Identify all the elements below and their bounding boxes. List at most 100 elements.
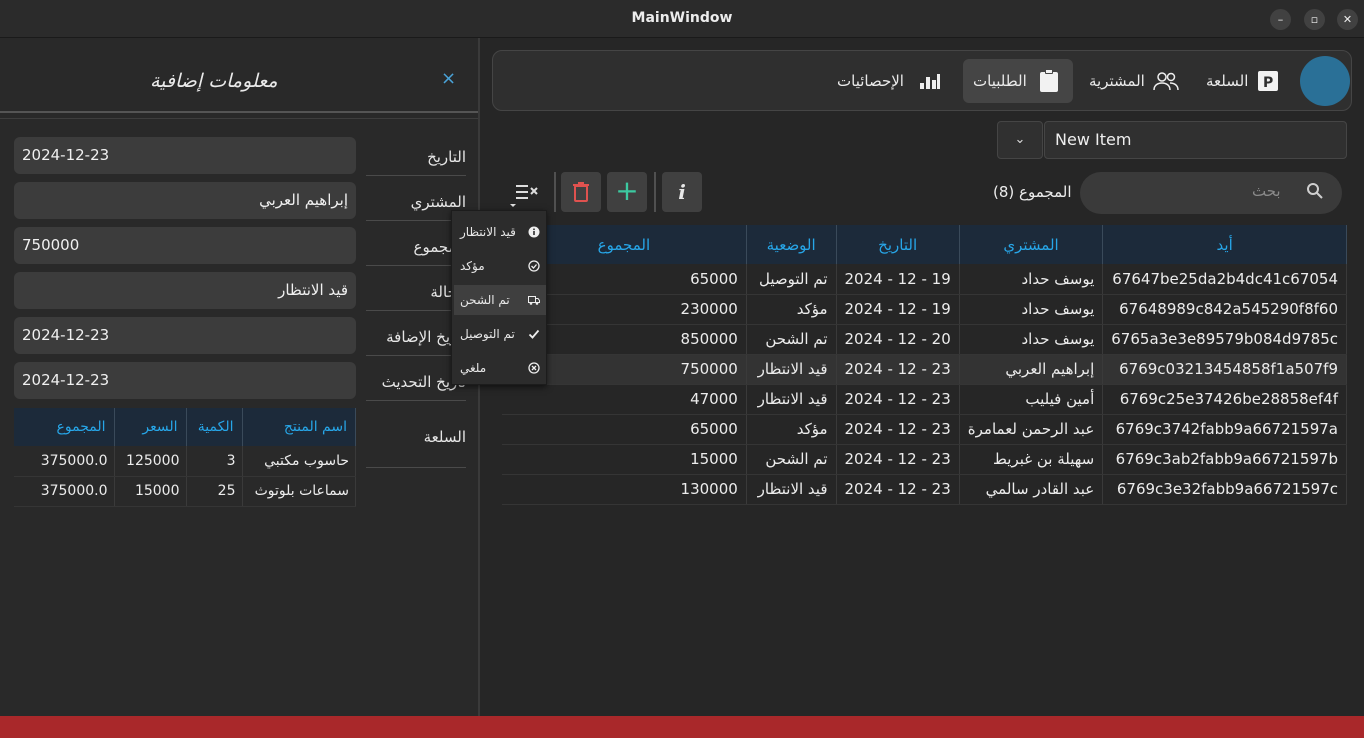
cell-id: 6765a3e3e89579b084d9785c: [1102, 324, 1347, 355]
status-field[interactable]: قيد الانتظار: [14, 272, 356, 309]
info-button[interactable]: i: [662, 172, 702, 212]
cell-id: 6769c3e32fabb9a66721597c: [1102, 474, 1347, 505]
table-row-selected[interactable]: 750000 قيد الانتظار 2024 - 12 - 23 إبراه…: [502, 354, 1347, 385]
cart-table: المجموع السعر الكمية اسم المنتج 375000.0…: [14, 408, 356, 507]
nav-bar: الإحصائيات الطلبيات المشترية السلعة P: [492, 50, 1352, 111]
nav-label: الإحصائيات: [837, 72, 904, 90]
cart-label: السلعة: [366, 418, 466, 468]
svg-text:P: P: [1263, 75, 1273, 91]
cart-cell-qty: 25: [186, 476, 243, 507]
cell-buyer: سهيلة بن غبريط: [959, 444, 1104, 475]
cell-id: 67648989c842a545290f8f60: [1102, 294, 1347, 325]
p-box-icon: P: [1258, 71, 1278, 91]
search-box[interactable]: بحث: [1080, 172, 1342, 214]
table-row[interactable]: 15000 تم الشحن 2024 - 12 - 23 سهيلة بن غ…: [502, 444, 1347, 475]
date-field[interactable]: 2024-12-23: [14, 137, 356, 174]
close-window-button[interactable]: ✕: [1337, 9, 1358, 30]
window-title: MainWindow: [631, 10, 733, 26]
divider: [0, 118, 478, 119]
nav-item-products[interactable]: السلعة P: [1198, 59, 1288, 103]
cell-buyer: عبد القادر سالمي: [959, 474, 1104, 505]
divider: [0, 111, 478, 113]
table-row[interactable]: 375000.0 125000 3 حاسوب مكتبي: [14, 446, 356, 477]
nav-item-statistics[interactable]: الإحصائيات: [833, 59, 943, 103]
cell-buyer: عبد الرحمن لعمامرة: [959, 414, 1104, 445]
status-bar: [0, 716, 1364, 738]
cart-col-total[interactable]: المجموع: [14, 408, 115, 446]
cell-id: 67647be25da2b4dc41c67054: [1102, 264, 1347, 295]
cell-buyer: أمين فيليب: [959, 384, 1104, 415]
status-filter-button[interactable]: [508, 176, 544, 208]
orders-table: المجموع الوضعية التاريخ المشتري أيد 6500…: [502, 225, 1347, 505]
search-input[interactable]: بحث: [1252, 182, 1281, 200]
new-item-field[interactable]: New Item: [1044, 121, 1347, 159]
orders-count: المجموع (8): [993, 183, 1072, 201]
cart-cell-total: 375000.0: [14, 476, 115, 507]
add-button[interactable]: +: [607, 172, 647, 212]
cell-id: 6769c25e37426be28858ef4f: [1102, 384, 1347, 415]
nav-item-orders[interactable]: الطلبيات: [963, 59, 1073, 103]
delete-button[interactable]: [561, 172, 601, 212]
table-row[interactable]: 47000 قيد الانتظار 2024 - 12 - 23 أمين ف…: [502, 384, 1347, 415]
x-circle-icon: [528, 362, 540, 374]
cart-col-product[interactable]: اسم المنتج: [242, 408, 356, 446]
cell-date: 2024 - 12 - 23: [836, 384, 960, 415]
clipboard-icon: [1040, 69, 1058, 92]
cell-buyer: يوسف حداد: [959, 264, 1104, 295]
col-buyer[interactable]: المشتري: [959, 225, 1104, 264]
nav-label: الطلبيات: [973, 72, 1027, 90]
menu-item-cancelled[interactable]: ملغي: [454, 353, 546, 383]
menu-item-shipped[interactable]: تم الشحن: [454, 285, 546, 315]
nav-label: المشترية: [1089, 72, 1145, 90]
toolbar-separator: [654, 172, 656, 212]
table-row[interactable]: 130000 قيد الانتظار 2024 - 12 - 23 عبد ا…: [502, 474, 1347, 505]
table-row[interactable]: 65000 مؤكد 2024 - 12 - 23 عبد الرحمن لعم…: [502, 414, 1347, 445]
table-row[interactable]: 65000 تم التوصيل 2024 - 12 - 19 يوسف حدا…: [502, 264, 1347, 295]
cart-col-price[interactable]: السعر: [114, 408, 187, 446]
close-details-icon[interactable]: ×: [441, 68, 456, 89]
total-field[interactable]: 750000: [14, 227, 356, 264]
checkmark-icon: [528, 329, 540, 339]
cell-buyer: يوسف حداد: [959, 294, 1104, 325]
menu-item-confirmed[interactable]: مؤكد: [454, 251, 546, 281]
maximize-button[interactable]: ▫: [1304, 9, 1325, 30]
col-status[interactable]: الوضعية: [746, 225, 837, 264]
cell-date: 2024 - 12 - 23: [836, 354, 960, 385]
nav-item-buyers[interactable]: المشترية: [1083, 59, 1183, 103]
cell-date: 2024 - 12 - 23: [836, 444, 960, 475]
nav-label: السلعة: [1206, 72, 1249, 90]
menu-item-pending[interactable]: قيد الانتظار: [454, 217, 546, 247]
cell-total: 130000: [502, 474, 747, 505]
chevron-down-icon[interactable]: ⌄: [997, 121, 1043, 159]
avatar[interactable]: [1300, 56, 1350, 106]
cell-total: 65000: [502, 414, 747, 445]
cell-status: مؤكد: [746, 294, 837, 325]
cell-status: تم الشحن: [746, 444, 837, 475]
cell-date: 2024 - 12 - 19: [836, 294, 960, 325]
buyer-field[interactable]: إبراهيم العربي: [14, 182, 356, 219]
cell-total: 15000: [502, 444, 747, 475]
table-row[interactable]: 850000 تم الشحن 2024 - 12 - 20 يوسف حداد…: [502, 324, 1347, 355]
status-filter-menu: قيد الانتظار مؤكد تم الشحن تم التوصيل مل…: [451, 210, 547, 385]
search-icon: [1307, 183, 1323, 199]
details-title: معلومات إضافية: [150, 70, 278, 92]
cell-id: 6769c03213454858f1a507f9: [1102, 354, 1347, 385]
cart-cell-price: 15000: [114, 476, 187, 507]
added-date-field[interactable]: 2024-12-23: [14, 317, 356, 354]
cart-header-row: المجموع السعر الكمية اسم المنتج: [14, 408, 356, 446]
main-window: MainWindow – ▫ ✕ معلومات إضافية × 2024-1…: [0, 0, 1364, 738]
cart-col-qty[interactable]: الكمية: [186, 408, 243, 446]
updated-date-field[interactable]: 2024-12-23: [14, 362, 356, 399]
orders-header-row: المجموع الوضعية التاريخ المشتري أيد: [502, 225, 1347, 264]
cell-date: 2024 - 12 - 20: [836, 324, 960, 355]
table-row[interactable]: 230000 مؤكد 2024 - 12 - 19 يوسف حداد 676…: [502, 294, 1347, 325]
title-bar: MainWindow – ▫ ✕: [0, 0, 1364, 38]
check-circle-icon: [528, 260, 540, 272]
table-row[interactable]: 375000.0 15000 25 سماعات بلوتوث: [14, 476, 356, 507]
cell-status: قيد الانتظار: [746, 384, 837, 415]
menu-item-delivered[interactable]: تم التوصيل: [454, 319, 546, 349]
col-date[interactable]: التاريخ: [836, 225, 960, 264]
minimize-button[interactable]: –: [1270, 9, 1291, 30]
col-id[interactable]: أيد: [1102, 225, 1347, 264]
new-item-combo[interactable]: ⌄ New Item: [997, 121, 1347, 159]
